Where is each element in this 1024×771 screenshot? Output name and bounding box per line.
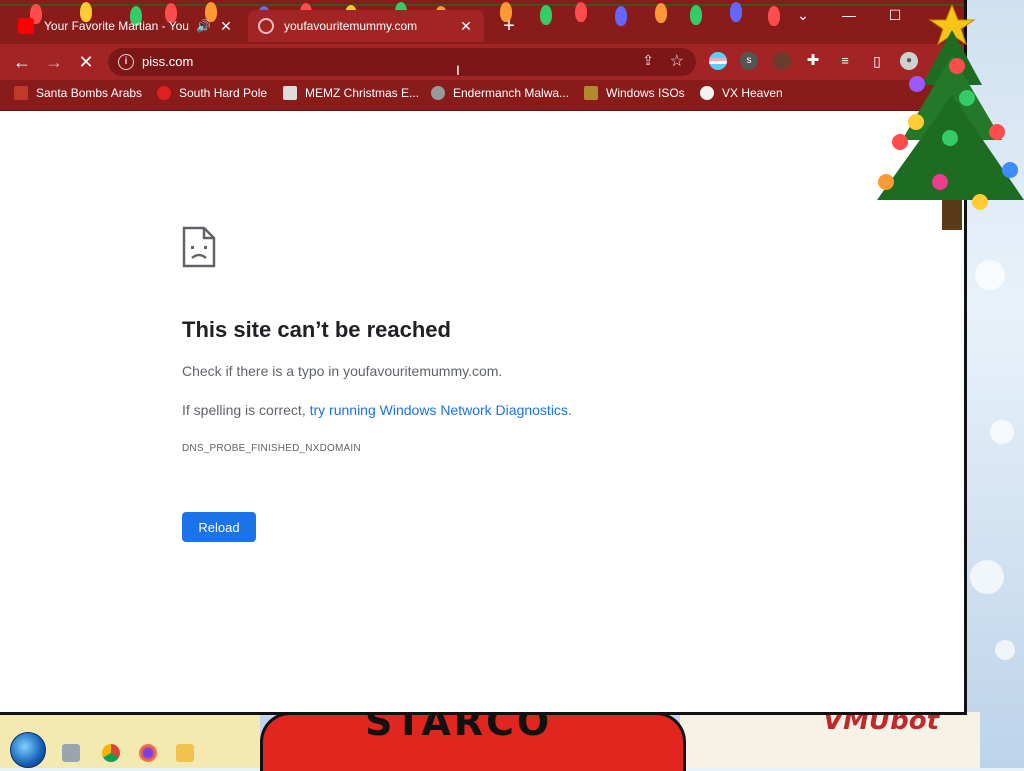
tab-youtube[interactable]: Your Favorite Martian - You 🔊 ✕: [8, 10, 244, 42]
bookmark-label: Santa Bombs Arabs: [36, 86, 143, 100]
image-icon: [283, 86, 297, 100]
error-code: DNS_PROBE_FINISHED_NXDOMAIN: [182, 443, 361, 454]
error-typo-hint: Check if there is a typo in youfavourite…: [182, 363, 503, 379]
avatar-extension-icon[interactable]: [773, 52, 791, 70]
figure-icon: [584, 86, 598, 100]
radiation-icon: [700, 86, 714, 100]
error-page: This site can’t be reached Check if ther…: [0, 111, 964, 712]
bookmark-label: VX Heaven: [722, 86, 783, 100]
bookmark-label: South Hard Pole: [179, 86, 268, 100]
bookmark-star-icon[interactable]: ☆: [670, 51, 684, 71]
error-diagnostics-hint: If spelling is correct, try running Wind…: [182, 402, 572, 418]
christmas-tree-decoration: [877, 3, 1024, 230]
info-icon[interactable]: i: [118, 54, 134, 70]
tab-title: Your Favorite Martian - You: [44, 19, 189, 33]
error-title: This site can’t be reached: [182, 317, 451, 342]
sad-page-icon: [182, 226, 216, 268]
diagnostics-link[interactable]: try running Windows Network Diagnostics: [310, 402, 568, 418]
bookmark-item[interactable]: MEMZ Christmas E...: [283, 86, 419, 100]
text-cursor-icon: I: [456, 62, 460, 78]
loading-icon: [258, 18, 274, 34]
address-url[interactable]: piss.com: [142, 54, 193, 69]
extensions-puzzle-icon[interactable]: ✚: [804, 52, 822, 70]
red-star-icon: [157, 86, 171, 100]
bookmarks-bar: Santa Bombs Arabs South Hard Pole MEMZ C…: [0, 80, 964, 111]
bookmark-item[interactable]: South Hard Pole: [157, 86, 267, 100]
browser-window: Your Favorite Martian - You 🔊 ✕ youfavou…: [0, 0, 967, 715]
bookmark-item[interactable]: VX Heaven: [700, 86, 783, 100]
close-tab-icon[interactable]: ✕: [216, 18, 236, 35]
bookmark-label: Endermanch Malwa...: [453, 86, 570, 100]
forward-button[interactable]: →: [42, 50, 66, 74]
new-tab-button[interactable]: +: [498, 16, 520, 38]
file-explorer-icon[interactable]: [176, 744, 194, 762]
media-control-icon[interactable]: ≡: [836, 52, 854, 70]
start-button[interactable]: [10, 732, 46, 768]
share-icon[interactable]: ⇪: [642, 52, 654, 69]
close-tab-icon[interactable]: ✕: [456, 18, 476, 35]
firefox-icon[interactable]: [139, 744, 157, 762]
chrome-icon[interactable]: [102, 744, 120, 762]
flag-extension-icon[interactable]: [709, 52, 727, 70]
bookmark-item[interactable]: Santa Bombs Arabs: [14, 86, 142, 100]
tab-active[interactable]: youfavouritemummy.com ✕: [248, 10, 484, 42]
bookmark-label: Windows ISOs: [606, 86, 685, 100]
stop-loading-button[interactable]: ✕: [74, 50, 98, 74]
camera-icon[interactable]: [62, 744, 80, 762]
title-bar: Your Favorite Martian - You 🔊 ✕ youfavou…: [0, 0, 964, 44]
back-button[interactable]: ←: [10, 50, 34, 74]
bookmark-item[interactable]: Endermanch Malwa...: [431, 86, 569, 100]
speaker-icon[interactable]: 🔊: [196, 19, 211, 33]
youtube-icon: [18, 18, 34, 34]
raccoon-icon: [431, 86, 445, 100]
santa-icon: [14, 86, 28, 100]
tab-search-icon[interactable]: ⌄: [780, 0, 826, 30]
browser-toolbar: ← → ✕ i piss.com ⇪ ☆ s ✚ ≡ ▯ ●: [0, 44, 964, 80]
reload-button[interactable]: Reload: [182, 512, 256, 542]
tab-title: youfavouritemummy.com: [284, 19, 418, 33]
address-bar[interactable]: i piss.com ⇪ ☆: [108, 48, 696, 76]
s-extension-icon[interactable]: s: [740, 52, 758, 70]
bookmark-item[interactable]: Windows ISOs: [584, 86, 685, 100]
diagnostics-prefix: If spelling is correct,: [182, 402, 310, 418]
diagnostics-suffix: .: [567, 402, 572, 418]
bookmark-label: MEMZ Christmas E...: [305, 86, 420, 100]
